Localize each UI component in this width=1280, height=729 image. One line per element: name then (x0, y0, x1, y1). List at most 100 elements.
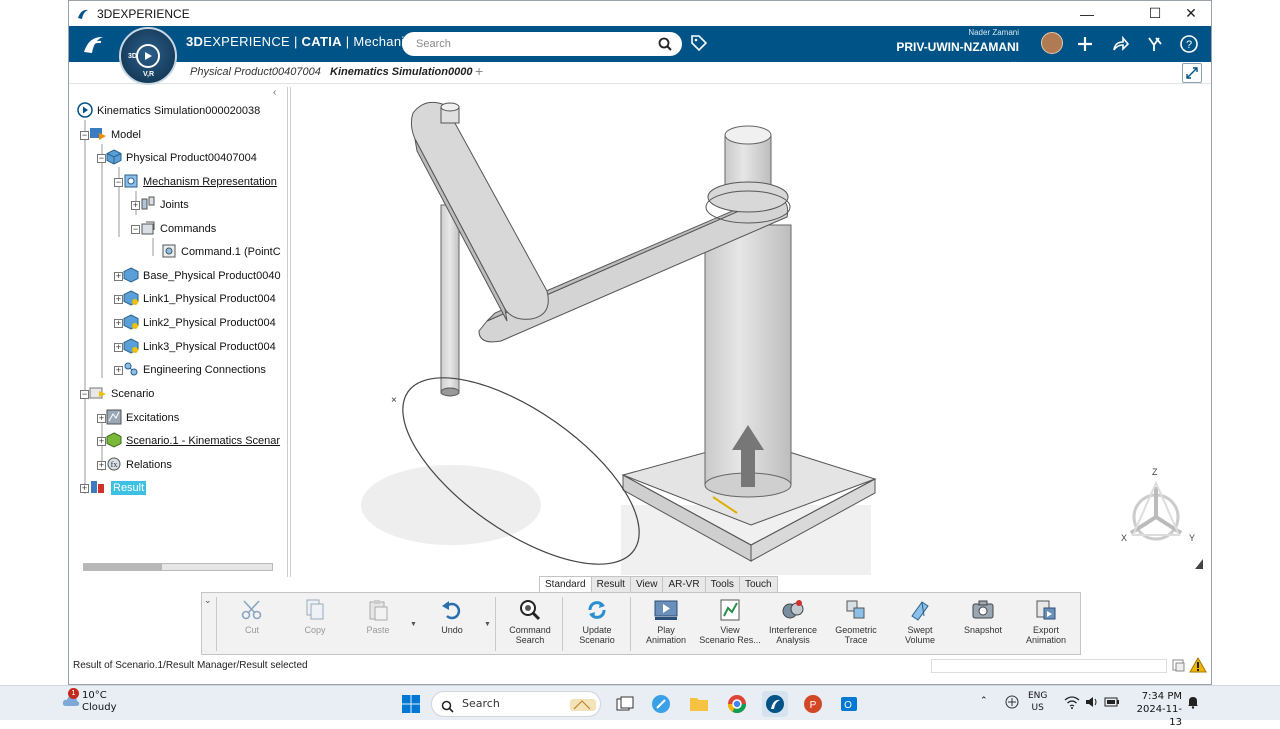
network-sync-icon[interactable] (1004, 694, 1020, 714)
expand-icon[interactable]: + (131, 200, 140, 210)
ds-brand-icon[interactable] (81, 32, 107, 61)
community-icon[interactable] (1143, 32, 1167, 56)
language-indicator[interactable]: ENG US (1028, 690, 1047, 714)
weather-widget[interactable]: 1 10°C Cloudy (62, 688, 116, 714)
tree-item-link1[interactable]: + Link1_Physical Product004 (114, 289, 276, 308)
resize-corner-icon[interactable] (1193, 557, 1205, 576)
tree-item-scenario1[interactable]: + Scenario.1 - Kinematics Scenar (97, 431, 280, 450)
wifi-icon[interactable] (1064, 695, 1080, 713)
expand-icon[interactable] (1182, 63, 1202, 83)
cut-button[interactable]: Cut (220, 597, 284, 635)
search-icon[interactable] (658, 36, 672, 60)
undo-dropdown-icon[interactable]: ▼ (484, 621, 491, 628)
add-icon[interactable] (1073, 32, 1097, 56)
search-input[interactable]: Search (402, 32, 682, 56)
tab-physical-product[interactable]: Physical Product00407004 (190, 66, 321, 78)
snapshot-button[interactable]: Snapshot (951, 597, 1015, 635)
add-tab-icon[interactable]: + (475, 63, 483, 79)
expand-icon[interactable]: + (114, 365, 123, 375)
share-icon[interactable] (1108, 32, 1132, 56)
collapse-icon[interactable]: − (131, 224, 140, 234)
task-view-icon[interactable] (612, 691, 638, 717)
tree-item-engineering-connections[interactable]: + Engineering Connections (114, 361, 266, 379)
chevron-down-icon[interactable]: ⌄ (204, 595, 212, 606)
expand-icon[interactable]: + (114, 271, 123, 281)
expand-icon[interactable]: + (114, 342, 123, 352)
expand-icon[interactable]: + (97, 460, 106, 470)
collapse-icon[interactable]: − (97, 153, 106, 163)
tree-item-physical-product[interactable]: − Physical Product00407004 (97, 148, 257, 167)
tree-root[interactable]: Kinematics Simulation000020038 (77, 101, 260, 120)
windows-start-icon[interactable] (398, 691, 424, 717)
scrollbar-thumb[interactable] (84, 564, 162, 570)
outlook-icon[interactable]: O (836, 691, 862, 717)
tab-tools[interactable]: Tools (704, 576, 740, 593)
orientation-compass[interactable]: Z X Y (1111, 465, 1201, 545)
tree-item-model[interactable]: − Model (80, 126, 141, 144)
file-explorer-icon[interactable] (686, 691, 712, 717)
3dexperience-taskbar-icon[interactable] (762, 691, 788, 717)
status-input[interactable] (931, 659, 1167, 673)
notifications-bell-icon[interactable] (1186, 695, 1200, 713)
tree-item-result[interactable]: + Result (80, 479, 147, 497)
collapse-panel-icon[interactable]: ‹ (273, 87, 276, 98)
collapse-icon[interactable]: − (114, 177, 123, 187)
expand-icon[interactable]: + (114, 318, 123, 328)
warning-icon[interactable] (1189, 656, 1207, 676)
export-animation-button[interactable]: Export Animation (1014, 597, 1078, 645)
interference-analysis-button[interactable]: Interference Analysis (761, 597, 825, 645)
tree-item-command1[interactable]: Command.1 (PointC (161, 243, 281, 261)
compass-widget[interactable]: 3D V,R (119, 27, 177, 85)
swept-volume-button[interactable]: Swept Volume (888, 597, 952, 645)
collapse-icon[interactable]: − (80, 389, 89, 399)
tag-icon[interactable] (689, 33, 709, 58)
view-scenario-results-button[interactable]: View Scenario Res... (698, 597, 762, 645)
powerpoint-icon[interactable]: P (800, 691, 826, 717)
command-search-button[interactable]: Command Search (498, 597, 562, 645)
tree-item-link3[interactable]: + Link3_Physical Product004 (114, 337, 276, 356)
3d-viewport[interactable]: × Z X Y (291, 85, 1211, 576)
play-animation-button[interactable]: Play Animation (634, 597, 698, 645)
tree-item-joints[interactable]: + Joints (131, 196, 189, 214)
tree-item-base[interactable]: + Base_Physical Product0040 (114, 266, 281, 285)
tab-view[interactable]: View (629, 576, 664, 593)
close-button[interactable]: ✕ (1173, 1, 1209, 26)
expand-icon[interactable]: + (114, 294, 123, 304)
copy-button[interactable]: Copy (283, 597, 347, 635)
update-scenario-button[interactable]: Update Scenario (565, 597, 629, 645)
tree-item-link2[interactable]: + Link2_Physical Product004 (114, 313, 276, 332)
expand-icon[interactable]: + (97, 413, 106, 423)
collapse-icon[interactable]: − (80, 130, 89, 140)
tab-ar-vr[interactable]: AR-VR (662, 576, 706, 593)
help-icon[interactable]: ? (1177, 32, 1201, 56)
minimize-button[interactable]: — (1069, 1, 1105, 26)
tab-touch[interactable]: Touch (738, 576, 778, 593)
geometric-trace-button[interactable]: Geometric Trace (824, 597, 888, 645)
tree-item-commands[interactable]: − Commands (131, 220, 216, 238)
tab-result[interactable]: Result (590, 576, 631, 593)
tab-kinematics-simulation[interactable]: Kinematics Simulation0000 (330, 66, 472, 78)
tree-item-relations[interactable]: + fx Relations (97, 456, 172, 474)
maximize-button[interactable]: ☐ (1137, 1, 1173, 26)
tree-item-mechanism[interactable]: − Mechanism Representation (114, 173, 277, 191)
tree-scrollbar[interactable] (83, 563, 273, 571)
chrome-icon[interactable] (724, 691, 750, 717)
tree-item-scenario[interactable]: − Scenario (80, 385, 154, 403)
axis-x-label: X (1121, 533, 1128, 543)
widgets-icon[interactable] (648, 691, 674, 717)
volume-icon[interactable] (1084, 695, 1100, 713)
taskbar: 1 10°C Cloudy Search P O ⌃ ENG US 7:34 P… (0, 685, 1280, 728)
undo-button[interactable]: Undo (420, 597, 484, 635)
taskbar-search[interactable]: Search (431, 691, 601, 717)
system-clock[interactable]: 7:34 PM 2024-11-13 (1130, 690, 1182, 729)
expand-icon[interactable]: + (80, 483, 89, 493)
paste-button[interactable]: Paste (346, 597, 410, 635)
paste-dropdown-icon[interactable]: ▼ (410, 621, 417, 628)
chevron-up-icon[interactable]: ⌃ (980, 695, 988, 707)
tab-standard[interactable]: Standard (539, 576, 592, 593)
tree-item-excitations[interactable]: + Excitations (97, 409, 179, 427)
battery-icon[interactable] (1104, 695, 1120, 713)
expand-icon[interactable]: + (97, 436, 106, 446)
avatar[interactable] (1041, 32, 1063, 54)
window-icon[interactable] (1171, 658, 1185, 675)
